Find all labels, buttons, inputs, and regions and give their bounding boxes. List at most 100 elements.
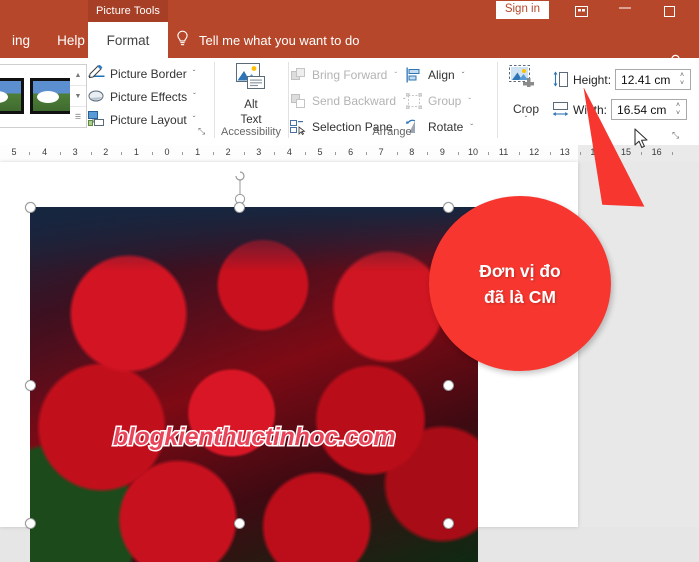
ruler-tick-label: 12 xyxy=(529,147,540,157)
callout-tail xyxy=(583,88,645,207)
ruler-minor-tick xyxy=(457,152,459,155)
ruler-minor-tick xyxy=(243,152,245,155)
chevron-down-icon[interactable]: ˇ xyxy=(468,97,471,106)
ruler-tick-label: 4 xyxy=(42,147,48,157)
picture-style-thumbnail[interactable] xyxy=(0,78,24,114)
picture-style-thumbnail[interactable] xyxy=(30,78,75,114)
gallery-scroll-up-icon[interactable]: ▲ xyxy=(70,65,86,86)
gallery-scroll-down-icon[interactable]: ▼ xyxy=(70,86,86,107)
resize-handle-bottom-right[interactable] xyxy=(443,518,454,529)
alt-text-picture-icon xyxy=(234,62,268,97)
stepper-down-icon[interactable]: ˅ xyxy=(680,80,684,87)
ruler-minor-tick xyxy=(29,152,31,155)
chevron-down-icon[interactable]: ˇ xyxy=(193,69,196,78)
ruler-tick-label: 6 xyxy=(348,147,354,157)
height-input[interactable]: 12.41 cm ˄ ˅ xyxy=(615,69,692,90)
ruler-tick-label: 4 xyxy=(286,147,292,157)
ruler-minor-tick xyxy=(335,152,337,155)
tell-me-label: Tell me what you want to do xyxy=(199,32,360,48)
tab-format[interactable]: Format xyxy=(88,22,168,58)
ruler-minor-tick xyxy=(151,152,153,155)
gallery-more-icon[interactable]: ☰ xyxy=(70,107,86,127)
ruler-minor-tick xyxy=(427,152,429,155)
lightbulb-icon xyxy=(175,30,190,50)
arrange-group-label: Arrange xyxy=(372,126,412,138)
alt-text-label-line1: Alt xyxy=(244,99,258,111)
ruler-minor-tick xyxy=(274,152,276,155)
resize-handle-middle-left[interactable] xyxy=(25,380,36,391)
annotation-callout: Đơn vị đo đã là CM xyxy=(429,196,611,371)
tell-me-search[interactable]: Tell me what you want to do xyxy=(175,22,359,58)
minimize-icon[interactable] xyxy=(603,0,647,19)
ruler-tick-label: 7 xyxy=(378,147,384,157)
chevron-down-icon[interactable]: ˇ xyxy=(394,71,397,80)
resize-handle-bottom-left[interactable] xyxy=(25,518,36,529)
rotate-handle[interactable] xyxy=(232,170,248,204)
height-label: Height: xyxy=(573,72,612,87)
callout-line-1: Đơn vị đo xyxy=(479,260,561,281)
align-label: Align xyxy=(428,68,455,82)
ruler-tick-label: 0 xyxy=(164,147,170,157)
alt-text-button[interactable]: Alt Text xyxy=(222,62,280,127)
send-backward-button[interactable]: Send Backward ˇ xyxy=(290,90,406,112)
ribbon-display-options-icon[interactable] xyxy=(559,0,603,22)
image-watermark: blogkienthuctinhoc.com xyxy=(111,422,397,453)
ruler-tick-label: 10 xyxy=(467,147,479,157)
ruler-minor-tick xyxy=(121,152,123,155)
ruler-tick-label: 2 xyxy=(225,147,231,157)
powerpoint-window: Picture Tools Sign in ing Help Format Te… xyxy=(0,0,699,562)
align-button[interactable]: Align ˇ xyxy=(406,64,464,86)
ruler-minor-tick xyxy=(488,152,490,155)
ruler-tick-label: 1 xyxy=(133,147,139,157)
align-icon xyxy=(406,67,423,84)
picture-styles-scroll[interactable]: ▲ ▼ ☰ xyxy=(70,64,87,128)
slide-canvas: blogkienthuctinhoc.com xyxy=(0,162,699,562)
picture-border-label: Picture Border xyxy=(110,66,187,81)
maximize-icon[interactable] xyxy=(647,0,691,22)
ruler-minor-tick xyxy=(212,152,214,155)
bring-forward-label: Bring Forward xyxy=(312,68,388,82)
picture-effects-label: Picture Effects xyxy=(110,89,188,104)
ruler-tick-label: 11 xyxy=(498,147,509,157)
ribbon-tab-row: ing Help Format Tell me what you want to… xyxy=(0,22,699,71)
chevron-down-icon[interactable]: ˇ xyxy=(462,71,465,80)
resize-handle-top-center[interactable] xyxy=(234,202,245,213)
picture-styles-dialog-launcher[interactable]: ⤡ xyxy=(198,126,205,137)
picture-effects-button[interactable]: Picture Effects ˇ xyxy=(88,85,206,108)
chevron-down-icon[interactable]: ˇ xyxy=(193,115,196,124)
stepper-up-icon[interactable]: ˄ xyxy=(676,102,680,109)
contextual-tab-header: Picture Tools xyxy=(88,0,168,22)
height-stepper[interactable]: ˄ ˅ xyxy=(677,70,687,89)
ruler-minor-tick xyxy=(365,152,367,155)
ruler-minor-tick xyxy=(304,152,306,155)
height-value: 12.41 cm xyxy=(621,72,671,87)
resize-handle-bottom-center[interactable] xyxy=(234,518,245,529)
callout-text: Đơn vị đo đã là CM xyxy=(479,258,560,310)
stepper-up-icon[interactable]: ˄ xyxy=(680,72,684,79)
resize-handle-top-left[interactable] xyxy=(25,202,36,213)
chevron-down-icon[interactable]: ˇ xyxy=(193,92,196,101)
resize-handle-top-right[interactable] xyxy=(443,202,454,213)
ruler-tick-label: 5 xyxy=(11,147,17,157)
stepper-down-icon[interactable]: ˅ xyxy=(676,110,680,117)
resize-handle-middle-right[interactable] xyxy=(443,380,454,391)
send-backward-label: Send Backward xyxy=(312,94,397,108)
picture-styles-gallery[interactable] xyxy=(0,64,76,128)
photo-top-shade xyxy=(30,207,478,271)
width-stepper[interactable]: ˄ ˅ xyxy=(673,100,683,119)
picture-layout-button[interactable]: Picture Layout ˇ xyxy=(88,108,206,131)
bring-forward-button[interactable]: Bring Forward ˇ xyxy=(290,64,397,86)
crop-button[interactable]: Crop ˇ xyxy=(504,64,548,124)
chevron-down-icon[interactable]: ˇ xyxy=(525,116,528,124)
sign-in-button[interactable]: Sign in xyxy=(495,1,549,19)
title-bar: Picture Tools Sign in xyxy=(0,0,699,22)
ruler-tick-label: 1 xyxy=(195,147,201,157)
callout-line-2: đã là CM xyxy=(484,286,556,307)
red-roses-photo[interactable]: blogkienthuctinhoc.com xyxy=(30,207,478,562)
ruler-tick-label: 5 xyxy=(317,147,323,157)
ruler-minor-tick xyxy=(518,152,520,155)
picture-command-list: Picture Border ˇ Picture Effects ˇ Pictu… xyxy=(88,62,206,131)
size-dialog-launcher[interactable]: ⤡ xyxy=(672,130,679,141)
picture-border-button[interactable]: Picture Border ˇ xyxy=(88,62,206,85)
group-button[interactable]: Group ˇ xyxy=(405,90,471,112)
